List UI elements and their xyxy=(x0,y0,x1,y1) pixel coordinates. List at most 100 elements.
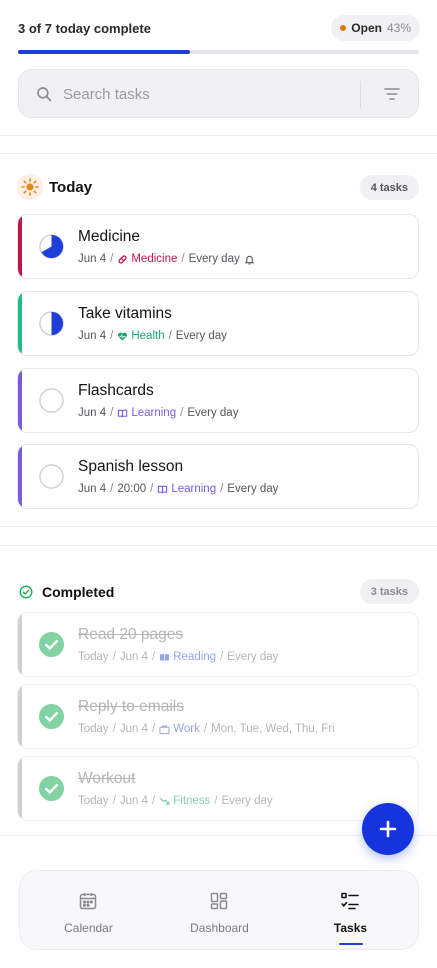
nav-label: Dashboard xyxy=(190,921,249,935)
task-repeat: Every day xyxy=(175,330,227,342)
task-meta: Today / Jun 4 / Reading / Every day xyxy=(78,651,279,663)
task-title: Workout xyxy=(78,770,136,787)
card-accent xyxy=(18,757,22,820)
task-meta: Today / Jun 4 / Work / Mon, Tue, Wed, Th… xyxy=(78,723,335,735)
completed-count-badge: 3 tasks xyxy=(359,579,419,604)
divider xyxy=(0,153,437,154)
task-tag: Reading xyxy=(159,651,216,663)
open-status-pill[interactable]: Open 43% xyxy=(331,15,420,41)
task-repeat: Every day xyxy=(221,795,273,807)
nav-label: Calendar xyxy=(64,921,113,935)
checkmark-circle-icon[interactable] xyxy=(38,703,65,730)
book-icon xyxy=(158,485,168,493)
search-icon xyxy=(37,87,52,102)
task-date: Jun 4 xyxy=(78,253,107,265)
task-tag-label: Reading xyxy=(173,651,217,663)
dashboard-icon xyxy=(210,892,228,910)
task-card-spanish-lesson[interactable]: Spanish lesson Jun 4 / 20:00 / Learning … xyxy=(17,444,419,509)
pie-three-quarter-icon[interactable] xyxy=(38,233,65,260)
checkmark-circle-icon[interactable] xyxy=(38,775,65,802)
task-meta: Jun 4 / Health / Every day xyxy=(78,330,227,342)
task-date: Jun 4 xyxy=(78,483,107,495)
nav-item-calendar[interactable]: Calendar xyxy=(22,871,155,951)
task-tag-label: Learning xyxy=(131,407,177,419)
divider xyxy=(0,526,437,527)
bell-icon xyxy=(244,255,255,265)
task-meta: Jun 4 / 20:00 / Learning / Every day xyxy=(78,483,279,495)
open-book-icon xyxy=(160,653,170,661)
tasks-icon xyxy=(341,892,359,910)
task-tag-label: Health xyxy=(131,330,165,342)
task-card-reply-to-emails[interactable]: Reply to emails Today / Jun 4 / Work / M… xyxy=(17,684,419,749)
task-repeat: Every day xyxy=(227,483,279,495)
task-title: Reply to emails xyxy=(78,698,184,715)
open-percent: 43% xyxy=(386,21,411,35)
task-title: Flashcards xyxy=(78,382,154,399)
card-accent xyxy=(18,369,22,432)
check-circle-icon xyxy=(19,585,33,599)
calendar-icon xyxy=(79,893,97,910)
task-card-workout[interactable]: Workout Today / Jun 4 / Fitness / Every … xyxy=(17,756,419,821)
task-date: Jun 4 xyxy=(78,407,107,419)
task-repeat: Every day xyxy=(188,253,240,265)
task-tag: Learning xyxy=(157,483,216,495)
nav-item-tasks[interactable]: Tasks xyxy=(284,871,417,951)
card-accent xyxy=(18,445,22,508)
task-title: Read 20 pages xyxy=(78,626,184,643)
task-title: Take vitamins xyxy=(78,305,172,322)
card-accent xyxy=(18,613,22,676)
task-tag: Health xyxy=(117,330,165,342)
task-card-flashcards[interactable]: Flashcards Jun 4 / Learning / Every day xyxy=(17,368,419,433)
task-title: Spanish lesson xyxy=(78,458,184,475)
card-accent xyxy=(18,292,22,355)
task-card-medicine[interactable]: Medicine Jun 4 / Medicine / Every day xyxy=(17,214,419,279)
bottom-nav: Calendar Dashboard Tasks xyxy=(19,870,419,950)
task-tag: Medicine xyxy=(117,253,177,265)
search-input[interactable] xyxy=(63,82,353,106)
task-repeat: Every day xyxy=(227,651,279,663)
divider xyxy=(0,135,437,136)
task-tag: Fitness xyxy=(159,795,210,807)
today-count-badge: 4 tasks xyxy=(359,175,419,200)
task-tag: Work xyxy=(159,723,200,735)
checkmark-circle-icon[interactable] xyxy=(38,631,65,658)
plus-icon xyxy=(379,820,397,838)
empty-circle-icon[interactable] xyxy=(38,387,65,414)
task-card-read-20-pages[interactable]: Read 20 pages Today / Jun 4 / Reading / … xyxy=(17,612,419,677)
open-dot-icon xyxy=(340,25,347,31)
task-meta: Jun 4 / Medicine / Every day xyxy=(78,253,255,265)
divider xyxy=(0,545,437,546)
pill-icon xyxy=(118,254,127,264)
filter-icon[interactable] xyxy=(383,86,401,102)
completed-section-header: Completed 3 tasks xyxy=(17,578,419,606)
pie-half-icon[interactable] xyxy=(38,310,65,337)
sun-icon xyxy=(17,174,43,200)
today-section-header: Today 4 tasks xyxy=(17,173,419,201)
task-tag-label: Learning xyxy=(171,483,217,495)
active-tab-indicator xyxy=(339,943,363,945)
today-title: Today xyxy=(49,179,93,196)
progress-bar xyxy=(18,50,419,54)
task-date: Jun 4 xyxy=(119,795,149,807)
task-when: Today xyxy=(78,651,109,663)
empty-circle-icon[interactable] xyxy=(38,463,65,490)
task-date: Jun 4 xyxy=(78,330,107,342)
task-when: Today xyxy=(78,723,109,735)
task-repeat: Every day xyxy=(187,407,239,419)
task-meta: Today / Jun 4 / Fitness / Every day xyxy=(78,795,273,807)
add-task-button[interactable] xyxy=(362,803,414,855)
task-date: Jun 4 xyxy=(119,651,149,663)
progress-text: 3 of 7 today complete xyxy=(18,21,151,36)
trend-arrow-icon xyxy=(160,797,170,805)
task-date: Jun 4 xyxy=(119,723,149,735)
task-repeat: Mon, Tue, Wed, Thu, Fri xyxy=(211,723,335,735)
card-accent xyxy=(18,685,22,748)
completed-title: Completed xyxy=(42,584,115,600)
nav-item-dashboard[interactable]: Dashboard xyxy=(153,871,286,951)
header: 3 of 7 today complete Open 43% xyxy=(0,0,437,136)
search-box xyxy=(18,69,419,118)
task-card-take-vitamins[interactable]: Take vitamins Jun 4 / Health / Every day xyxy=(17,291,419,356)
open-label: Open xyxy=(351,21,382,35)
task-tag-label: Medicine xyxy=(131,253,178,265)
task-title: Medicine xyxy=(78,228,141,245)
